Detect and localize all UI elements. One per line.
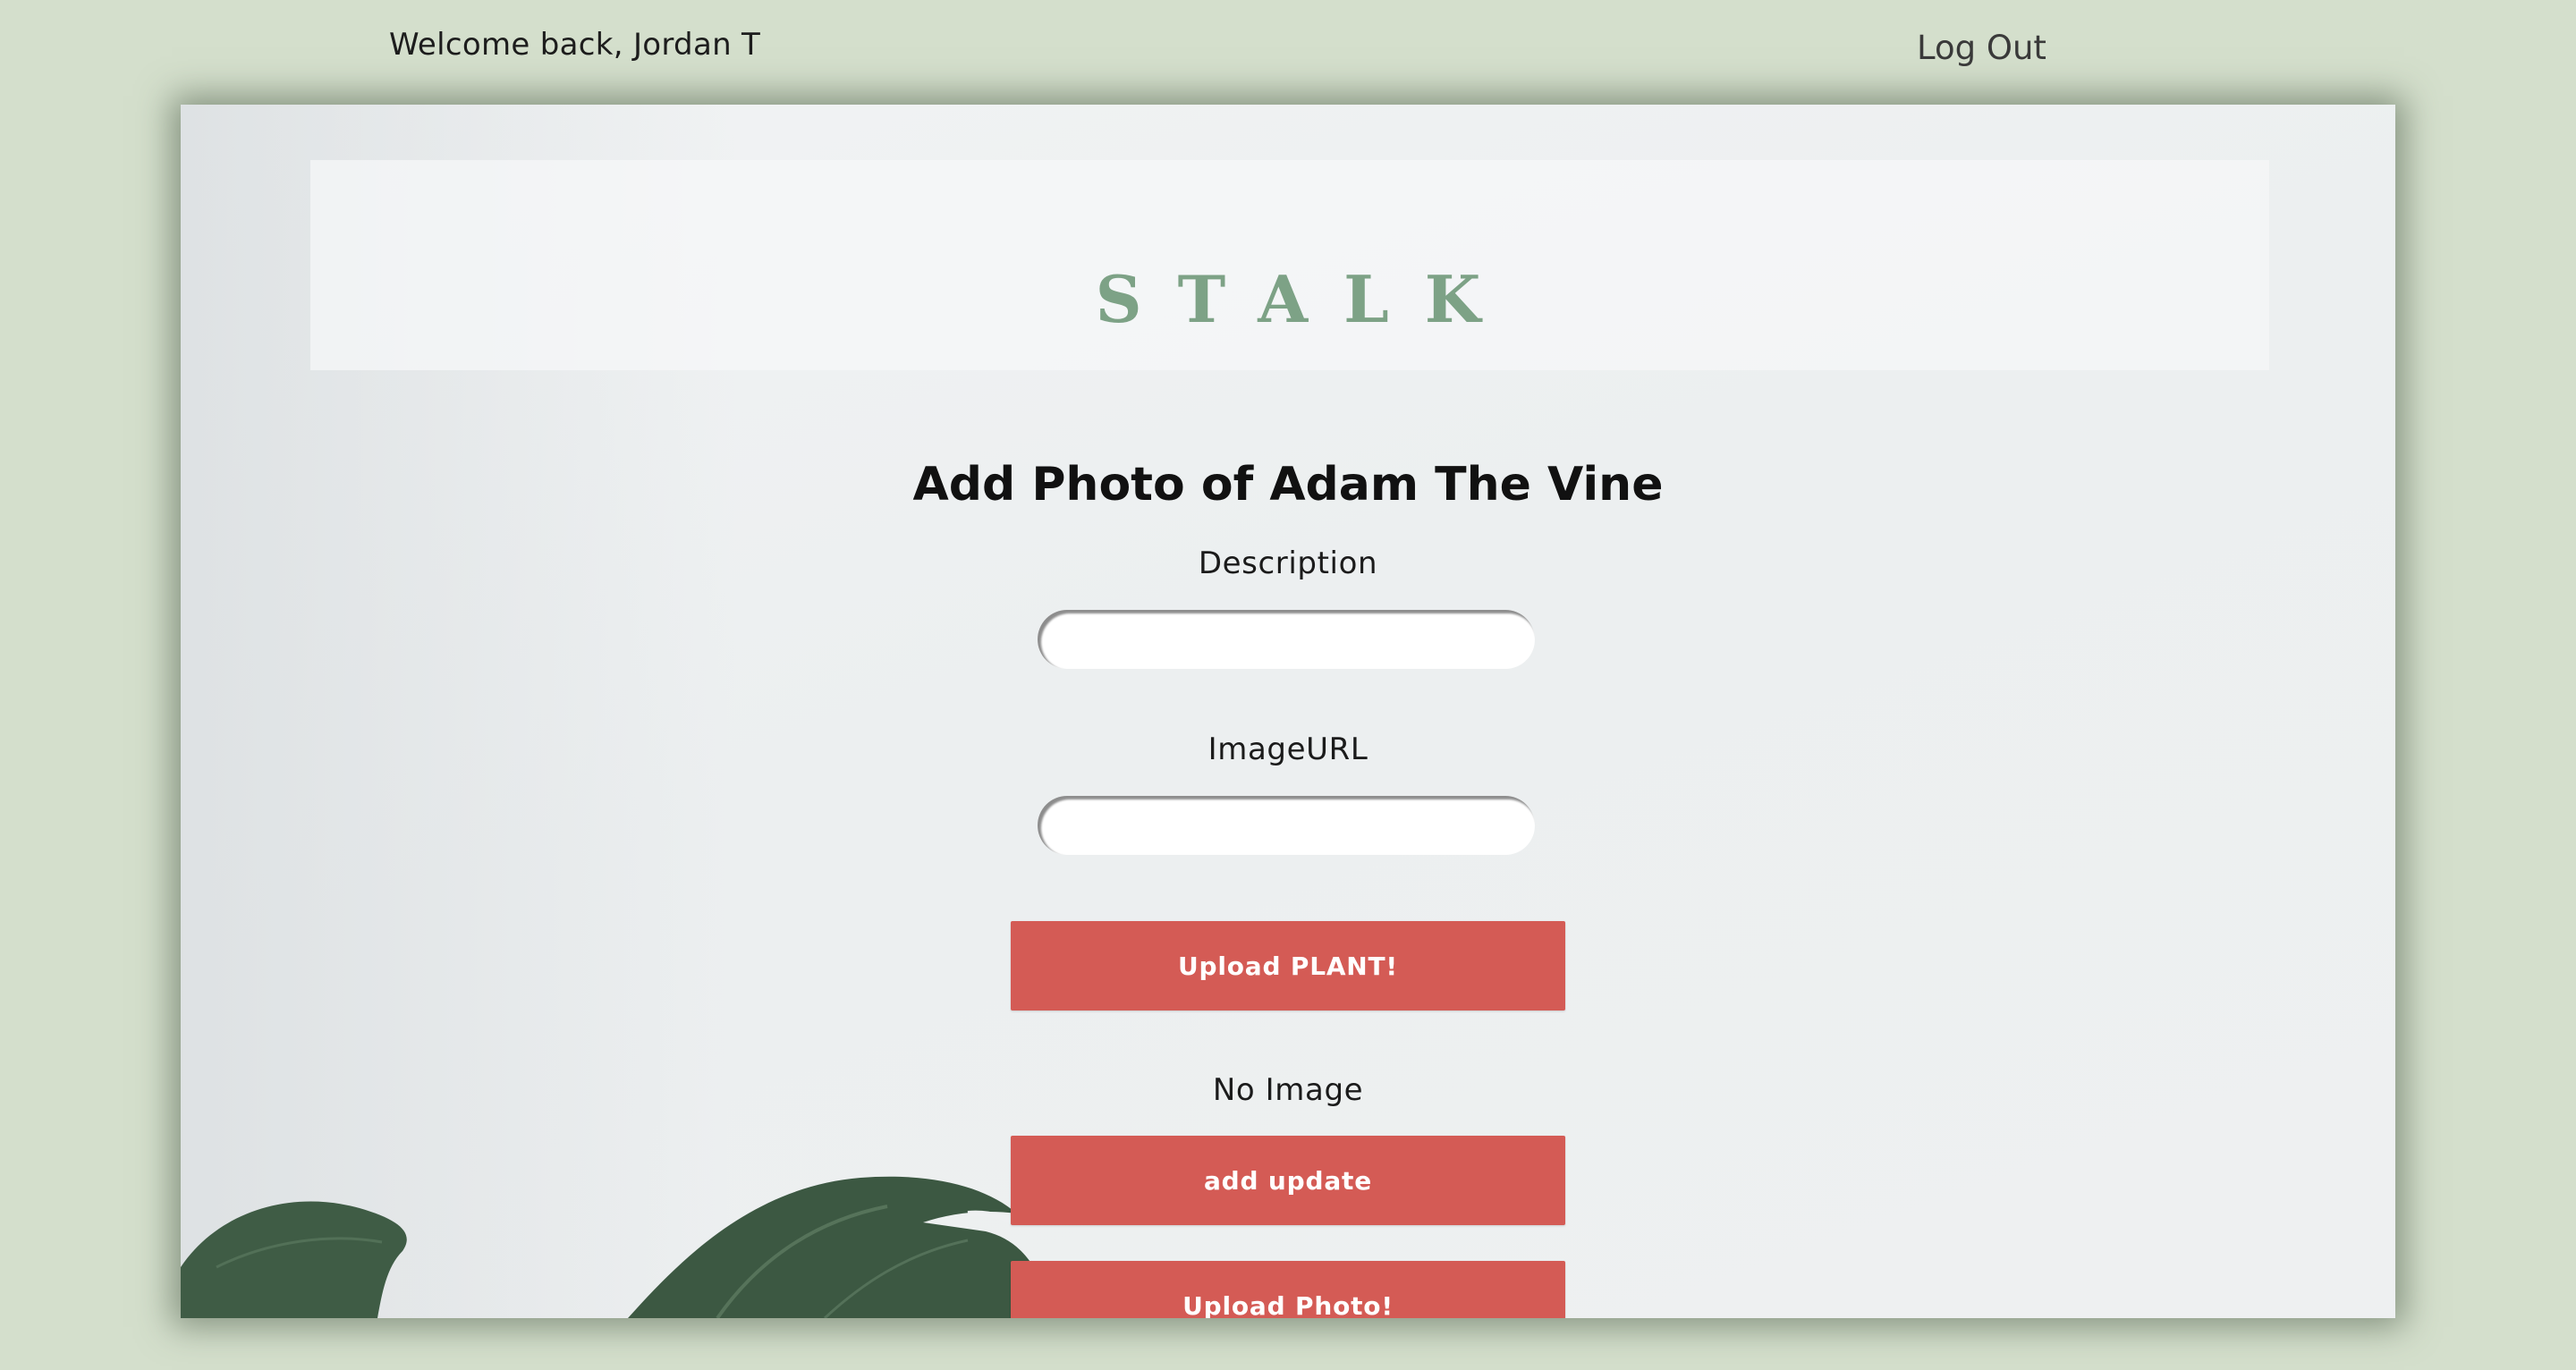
upload-plant-button[interactable]: Upload PLANT! (1011, 921, 1565, 1011)
upload-photo-button[interactable]: Upload Photo! (1011, 1261, 1565, 1318)
description-input[interactable] (1038, 610, 1535, 669)
add-update-button[interactable]: add update (1011, 1136, 1565, 1225)
image-url-label: ImageURL (1208, 732, 1368, 767)
no-image-text: No Image (1212, 1072, 1364, 1108)
form-title: Add Photo of Adam The Vine (912, 458, 1664, 512)
top-bar: Welcome back, Jordan T Log Out (0, 0, 2576, 104)
main-card: STALK Add Photo of Adam The Vine Descrip… (181, 105, 2395, 1318)
add-photo-form: Add Photo of Adam The Vine Description I… (181, 105, 2395, 1318)
image-url-input[interactable] (1038, 796, 1535, 855)
welcome-message: Welcome back, Jordan T (389, 27, 761, 63)
logout-button[interactable]: Log Out (1917, 29, 2046, 67)
description-label: Description (1198, 545, 1378, 581)
